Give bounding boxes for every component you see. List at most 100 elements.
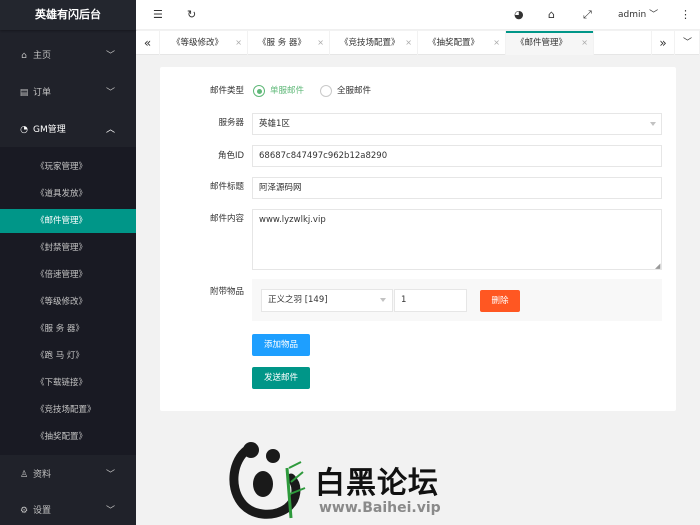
tabs-scroll-right-icon[interactable]: » (651, 31, 675, 55)
send-mail-button[interactable]: 发送邮件 (252, 367, 310, 389)
submenu-item[interactable]: 《跑 马 灯》 (0, 344, 136, 368)
tab-label: 《竞技场配置》 (340, 38, 400, 48)
close-icon[interactable]: × (581, 31, 588, 55)
more-icon[interactable]: ⋮ (680, 0, 691, 30)
submenu-item[interactable]: 《等级修改》 (0, 290, 136, 314)
delete-item-button[interactable]: 删除 (480, 290, 520, 312)
refresh-icon[interactable]: ↻ (187, 0, 196, 30)
menu-toggle-icon[interactable]: ☰ (153, 0, 163, 30)
tab-mail-management[interactable]: 《邮件管理》 × (506, 31, 594, 55)
submenu-label: 《玩家管理》 (36, 162, 88, 172)
tag-icon[interactable]: ⌂ (548, 0, 555, 30)
watermark-url: www.Baihei.vip (319, 500, 441, 516)
server-select[interactable]: 英雄1区 (252, 113, 662, 135)
submenu-label: 《封禁管理》 (36, 243, 88, 253)
sidebar-item-settings[interactable]: ⚙ 设置 ﹀ (0, 499, 136, 523)
attach-qty-input[interactable]: 1 (394, 289, 467, 312)
submenu-label: 《道具发放》 (36, 189, 88, 199)
close-icon[interactable]: × (235, 31, 242, 55)
tab-level-edit[interactable]: 《等级修改》 × (162, 31, 248, 55)
submenu-label: 《邮件管理》 (36, 216, 88, 226)
resize-handle-icon[interactable]: ◢ (655, 262, 660, 270)
tab-label: 《抽奖配置》 (428, 38, 480, 48)
submenu-item[interactable]: 《道具发放》 (0, 182, 136, 206)
chevron-up-icon: ︿ (106, 125, 116, 135)
sidebar-item-gm[interactable]: ◔ GM管理 ︿ (0, 118, 136, 142)
theme-icon[interactable]: ◕ (514, 0, 524, 30)
mail-title-value: 阿泽源码网 (259, 183, 302, 193)
fullscreen-icon[interactable]: ⤢ (583, 0, 592, 30)
attach-label: 附带物品 (209, 287, 244, 297)
brand-logo: 英雄有闪后台 (0, 0, 136, 30)
sidebar-item-label: 资料 (33, 470, 52, 480)
tab-arena-config[interactable]: 《竞技场配置》 × (330, 31, 418, 55)
select-arrow-icon (650, 122, 656, 126)
radio-label: 全服邮件 (337, 86, 372, 96)
tabs-scroll-left-icon[interactable]: « (136, 31, 160, 55)
radio-label: 单服邮件 (270, 86, 305, 96)
role-id-value: 68687c847497c962b12a8290 (259, 151, 388, 161)
tabs-bar: « 《等级修改》 × 《服 务 器》 × 《竞技场配置》 × 《抽奖配置》 × … (136, 31, 700, 55)
submenu-label: 《跑 马 灯》 (36, 351, 84, 361)
user-menu[interactable]: admin ﹀ (618, 0, 658, 30)
submenu-label: 《服 务 器》 (36, 324, 84, 334)
submenu-item-active[interactable]: 《邮件管理》 (0, 209, 136, 233)
submenu-item[interactable]: 《抽奖配置》 (0, 425, 136, 449)
sidebar-item-label: GM管理 (33, 125, 66, 135)
add-item-button[interactable]: 添加物品 (252, 334, 310, 356)
submenu-item[interactable]: 《竞技场配置》 (0, 398, 136, 422)
submenu-item[interactable]: 《服 务 器》 (0, 317, 136, 341)
chevron-down-icon: ﹀ (106, 88, 116, 98)
radio-all-servers[interactable]: 全服邮件 (320, 84, 380, 98)
user-icon: ♙ (19, 470, 29, 480)
tab-label: 《邮件管理》 (516, 38, 568, 48)
mail-content-label: 邮件内容 (209, 214, 244, 224)
order-icon: ▤ (19, 88, 29, 98)
mail-type-label: 邮件类型 (209, 86, 244, 96)
submenu-item[interactable]: 《封禁管理》 (0, 236, 136, 260)
close-icon[interactable]: × (493, 31, 500, 55)
attach-item-select[interactable]: 正义之羽 [149] (261, 289, 393, 312)
mail-content-textarea[interactable]: www.lyzwlkj.vip (252, 209, 662, 270)
watermark-title: 白黑论坛 (315, 466, 439, 501)
radio-single-server[interactable]: 单服邮件 (253, 84, 313, 98)
tab-lottery-config[interactable]: 《抽奖配置》 × (418, 31, 506, 55)
top-header: ☰ ↻ ◕ ⌂ ⤢ admin ﹀ ⋮ (136, 0, 700, 30)
close-icon[interactable]: × (317, 31, 324, 55)
tabs-menu-chevron-icon[interactable]: ﹀ (676, 31, 700, 55)
mail-title-label: 邮件标题 (209, 182, 244, 192)
chevron-down-icon: ﹀ (106, 470, 116, 480)
mail-title-input[interactable]: 阿泽源码网 (252, 177, 662, 199)
dashboard-icon: ◔ (20, 125, 28, 135)
close-icon[interactable]: × (405, 31, 412, 55)
attach-qty-value: 1 (401, 295, 407, 305)
submenu-item[interactable]: 《倍速管理》 (0, 263, 136, 287)
attach-item-value: 正义之羽 [149] (268, 295, 328, 305)
sidebar-item-orders[interactable]: ▤ 订单 ﹀ (0, 81, 136, 105)
role-id-input[interactable]: 68687c847497c962b12a8290 (252, 145, 662, 167)
home-icon: ⌂ (21, 51, 27, 61)
sidebar-item-label: 主页 (33, 51, 52, 61)
submenu-label: 《下载链接》 (36, 378, 88, 388)
sidebar: 英雄有闪后台 ⌂ 主页 ﹀ ▤ 订单 ﹀ ◔ GM管理 ︿ 《玩家管理》 《道具… (0, 0, 136, 525)
submenu-label: 《竞技场配置》 (36, 405, 96, 415)
chevron-down-icon: ﹀ (106, 51, 116, 61)
server-label: 服务器 (218, 118, 244, 128)
gear-icon: ⚙ (19, 506, 29, 516)
sidebar-item-home[interactable]: ⌂ 主页 ﹀ (0, 44, 136, 68)
submenu-item[interactable]: 《下载链接》 (0, 371, 136, 395)
server-select-value: 英雄1区 (259, 119, 290, 129)
watermark: 白黑论坛 www.Baihei.vip (225, 438, 475, 523)
select-arrow-icon (380, 298, 386, 302)
tab-label: 《等级修改》 (172, 38, 224, 48)
sidebar-item-profile[interactable]: ♙ 资料 ﹀ (0, 463, 136, 487)
chevron-down-icon: ﹀ (106, 506, 116, 516)
tab-label: 《服 务 器》 (258, 38, 306, 48)
sidebar-item-label: 订单 (33, 88, 52, 98)
submenu-label: 《倍速管理》 (36, 270, 88, 280)
tab-server[interactable]: 《服 务 器》 × (248, 31, 330, 55)
submenu-label: 《等级修改》 (36, 297, 88, 307)
username: admin (618, 10, 647, 20)
mail-content-value: www.lyzwlkj.vip (259, 215, 326, 225)
submenu-item[interactable]: 《玩家管理》 (0, 155, 136, 179)
